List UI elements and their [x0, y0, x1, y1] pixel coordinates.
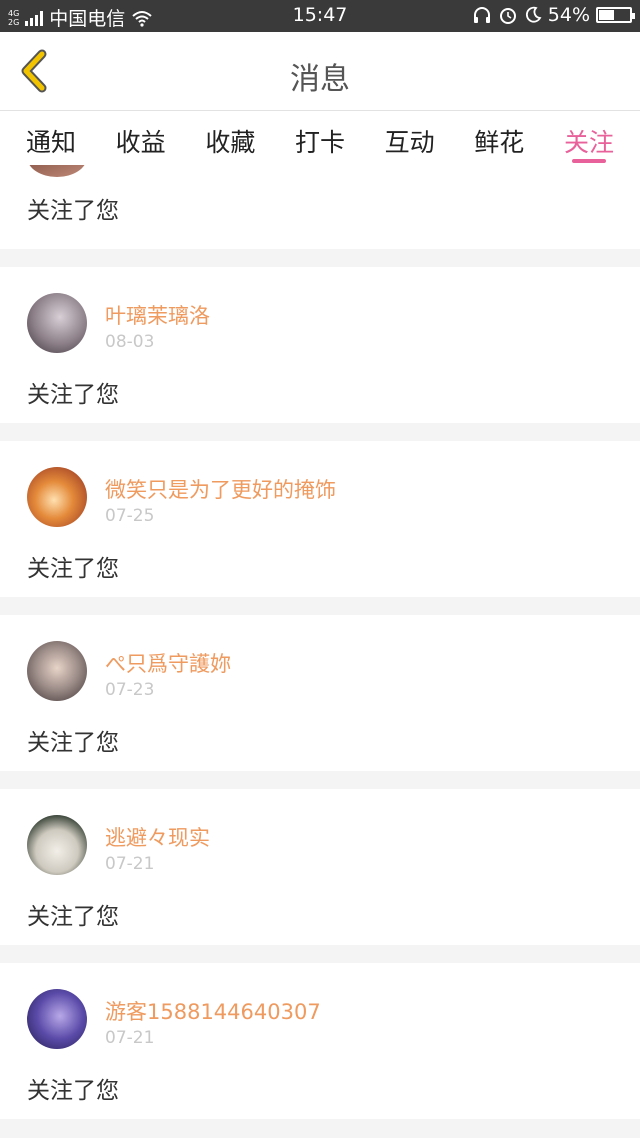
notification-text: 关注了您: [27, 382, 119, 408]
notification-text: 关注了您: [27, 556, 119, 582]
header: 消息: [0, 32, 640, 111]
avatar: [27, 293, 87, 353]
notification-text: 关注了您: [27, 198, 119, 224]
status-bar: 4G 2G 中国电信 15:47 54%: [0, 0, 640, 32]
avatar: [27, 467, 87, 527]
tab-earnings[interactable]: 收益: [116, 111, 166, 165]
page-title: 消息: [290, 62, 350, 97]
tab-follow[interactable]: 关注: [564, 111, 614, 165]
list-item[interactable]: 微笑只是为了更好的掩饰 07-25 关注了您: [0, 441, 640, 597]
username: 叶璃茉璃洛: [105, 304, 210, 328]
list-item[interactable]: 叶璃茉璃洛 08-03 关注了您: [0, 267, 640, 423]
date: 08-03: [105, 332, 155, 352]
date: 07-23: [105, 680, 155, 700]
tab-flowers[interactable]: 鲜花: [474, 111, 524, 165]
battery-percent: 54%: [547, 4, 590, 26]
avatar: [27, 989, 87, 1049]
username: 游客1588144640307: [105, 1000, 321, 1024]
date: 07-25: [105, 506, 155, 526]
avatar: [27, 641, 87, 701]
tab-notice[interactable]: 通知: [26, 111, 76, 165]
battery-icon: [596, 7, 635, 23]
list-item[interactable]: 逃避々现实 07-21 关注了您: [0, 789, 640, 945]
avatar: [27, 165, 87, 177]
moon-icon: [525, 6, 542, 23]
date: 07-21: [105, 1028, 155, 1048]
username: 微笑只是为了更好的掩饰: [105, 478, 336, 502]
avatar: [27, 815, 87, 875]
notification-text: 关注了您: [27, 1078, 119, 1104]
tab-bar: 通知 收益 收藏 打卡 互动 鲜花 关注: [0, 111, 640, 165]
active-tab-indicator: [571, 159, 606, 163]
tab-favorites[interactable]: 收藏: [205, 111, 255, 165]
headset-icon: [473, 7, 490, 23]
tab-checkin[interactable]: 打卡: [295, 111, 345, 165]
list-item[interactable]: ぺ只爲守護妳 07-23 关注了您: [0, 615, 640, 771]
username: ぺ只爲守護妳: [105, 652, 231, 676]
date: 07-21: [105, 854, 155, 874]
notification-text: 关注了您: [27, 904, 119, 930]
list-item[interactable]: 关注了您: [0, 165, 640, 249]
alarm-icon: [499, 8, 516, 24]
tab-interaction[interactable]: 互动: [385, 111, 435, 165]
list-item[interactable]: 游客1588144640307 07-21 关注了您: [0, 963, 640, 1119]
username: 逃避々现实: [105, 826, 210, 850]
notification-text: 关注了您: [27, 730, 119, 756]
notification-list: 关注了您 叶璃茉璃洛 08-03 关注了您 微笑只是为了更好的掩饰 07-25 …: [0, 165, 640, 1138]
